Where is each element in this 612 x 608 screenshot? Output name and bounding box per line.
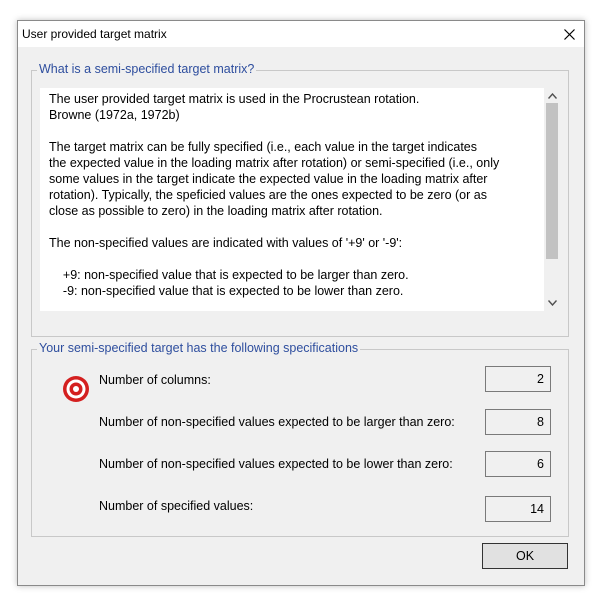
scroll-thumb[interactable] bbox=[546, 103, 558, 259]
target-icon bbox=[63, 376, 89, 402]
info-legend: What is a semi-specified target matrix? bbox=[37, 62, 257, 76]
chevron-down-icon bbox=[547, 300, 557, 307]
dialog-window: User provided target matrix What is a se… bbox=[17, 20, 585, 586]
close-icon bbox=[563, 29, 575, 40]
info-text: The user provided target matrix is used … bbox=[49, 91, 537, 299]
info-textbox[interactable]: The user provided target matrix is used … bbox=[40, 88, 560, 311]
specs-legend: Your semi-specified target has the follo… bbox=[37, 341, 361, 355]
title-bar: User provided target matrix bbox=[18, 21, 584, 47]
spec-value-specified: 14 bbox=[485, 496, 551, 522]
info-paragraph-2: The target matrix can be fully specified… bbox=[49, 140, 500, 218]
spec-label-lower: Number of non-specified values expected … bbox=[99, 457, 453, 471]
spec-value-lower: 6 bbox=[485, 451, 551, 477]
spec-label-larger: Number of non-specified values expected … bbox=[99, 415, 455, 429]
spec-value-columns: 2 bbox=[485, 366, 551, 392]
specs-group: Your semi-specified target has the follo… bbox=[31, 341, 569, 537]
info-paragraph-3: The non-specified values are indicated w… bbox=[49, 236, 403, 250]
scroll-up-button[interactable] bbox=[544, 88, 560, 104]
vertical-scrollbar[interactable] bbox=[544, 88, 560, 311]
spec-value-larger: 8 bbox=[485, 409, 551, 435]
info-group: What is a semi-specified target matrix? … bbox=[31, 62, 569, 337]
window-title: User provided target matrix bbox=[22, 27, 167, 41]
spec-label-specified: Number of specified values: bbox=[99, 499, 254, 513]
ok-button[interactable]: OK bbox=[482, 543, 568, 569]
info-paragraph-4: +9: non-specified value that is expected… bbox=[62, 268, 409, 298]
spec-label-columns: Number of columns: bbox=[99, 373, 211, 387]
close-button[interactable] bbox=[554, 21, 584, 47]
info-paragraph-1: The user provided target matrix is used … bbox=[49, 92, 420, 122]
chevron-up-icon bbox=[547, 92, 557, 99]
scroll-down-button[interactable] bbox=[544, 295, 560, 311]
